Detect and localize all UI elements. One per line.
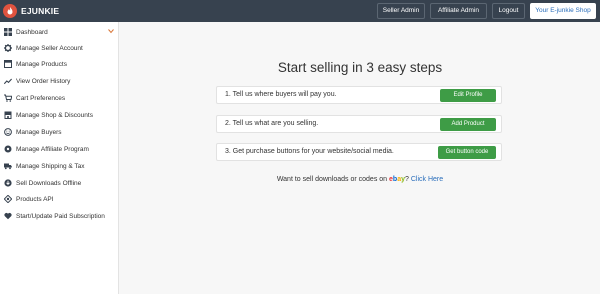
affiliate-admin-button[interactable]: Affiliate Admin: [430, 3, 487, 19]
sidebar-item-order-history[interactable]: View Order History: [0, 73, 119, 89]
sidebar-item-label: Dashboard: [16, 28, 48, 36]
step-text: 2. Tell us what are you selling.: [225, 120, 319, 127]
brand-logo[interactable]: EJUNKIE: [3, 3, 59, 19]
sidebar-item-products[interactable]: Manage Products: [0, 56, 119, 72]
sidebar-item-dashboard[interactable]: Dashboard: [0, 24, 119, 40]
step-text: 3. Get purchase buttons for your website…: [225, 148, 394, 155]
sidebar-item-downloads-offline[interactable]: Sell Downloads Offline: [0, 175, 119, 191]
sidebar-item-label: Start/Update Paid Subscription: [16, 212, 105, 220]
api-icon: [3, 195, 12, 204]
sidebar-item-label: Manage Seller Account: [16, 44, 83, 52]
main-content: Start selling in 3 easy steps 1. Tell us…: [120, 22, 600, 294]
get-button-code-button[interactable]: Get button code: [438, 146, 496, 159]
brand-name: EJUNKIE: [21, 6, 60, 16]
heart-icon: [3, 212, 12, 221]
trend-icon: [3, 77, 12, 86]
ebay-prefix: Want to sell downloads or codes on: [276, 176, 388, 183]
sidebar-item-label: Sell Downloads Offline: [16, 179, 82, 187]
top-navbar: EJUNKIE Seller Admin Affiliate Admin Log…: [0, 0, 600, 22]
page-title: Start selling in 3 easy steps: [277, 60, 443, 75]
sidebar-item-label: Manage Products: [16, 60, 67, 68]
step-card-3: 3. Get purchase buttons for your website…: [216, 143, 502, 161]
sidebar-item-affiliate[interactable]: Manage Affiliate Program: [0, 141, 119, 157]
step-text: 1. Tell us where buyers will pay you.: [225, 91, 337, 98]
seller-admin-button[interactable]: Seller Admin: [377, 3, 425, 19]
sidebar-item-shipping-tax[interactable]: Manage Shipping & Tax: [0, 158, 119, 174]
sidebar-item-label: Manage Shop & Discounts: [16, 111, 93, 119]
edit-profile-button[interactable]: Edit Profile: [440, 89, 496, 102]
sidebar-item-label: Products API: [16, 195, 54, 203]
sidebar-item-label: Manage Buyers: [16, 128, 62, 136]
sidebar: Dashboard Manage Seller Account Manage P…: [0, 22, 119, 294]
sidebar-item-buyers[interactable]: Manage Buyers: [0, 124, 119, 140]
sidebar-item-label: Cart Preferences: [16, 94, 66, 102]
sidebar-item-shop-discounts[interactable]: Manage Shop & Discounts: [0, 107, 119, 123]
chevron-down-icon[interactable]: [108, 28, 114, 34]
sidebar-item-products-api[interactable]: Products API: [0, 191, 119, 207]
your-shop-button[interactable]: Your E-junkie Shop: [530, 3, 596, 19]
ebay-logo: ebay: [389, 176, 406, 183]
sidebar-item-label: View Order History: [16, 77, 71, 85]
network-icon: [3, 145, 12, 154]
ebay-promo: Want to sell downloads or codes on ebay?…: [120, 176, 600, 183]
logout-button[interactable]: Logout: [492, 3, 525, 19]
shop-icon: [3, 111, 12, 120]
flame-icon: [3, 4, 17, 18]
gear-icon: [3, 44, 12, 53]
click-here-link[interactable]: Click Here: [411, 176, 443, 183]
sidebar-item-label: Manage Affiliate Program: [16, 145, 89, 153]
sidebar-item-cart-preferences[interactable]: Cart Preferences: [0, 90, 119, 106]
download-icon: [3, 179, 12, 188]
cart-icon: [3, 94, 12, 103]
ebay-suffix: ?: [405, 176, 409, 183]
step-card-2: 2. Tell us what are you selling. Add Pro…: [216, 115, 502, 133]
sidebar-item-subscription[interactable]: Start/Update Paid Subscription: [0, 208, 119, 224]
smiley-icon: [3, 128, 12, 137]
box-icon: [3, 60, 12, 69]
step-card-1: 1. Tell us where buyers will pay you. Ed…: [216, 86, 502, 104]
add-product-button[interactable]: Add Product: [440, 118, 496, 131]
sidebar-item-label: Manage Shipping & Tax: [16, 162, 85, 170]
dashboard-icon: [3, 28, 12, 37]
truck-icon: [3, 162, 12, 171]
sidebar-item-seller-account[interactable]: Manage Seller Account: [0, 40, 119, 56]
